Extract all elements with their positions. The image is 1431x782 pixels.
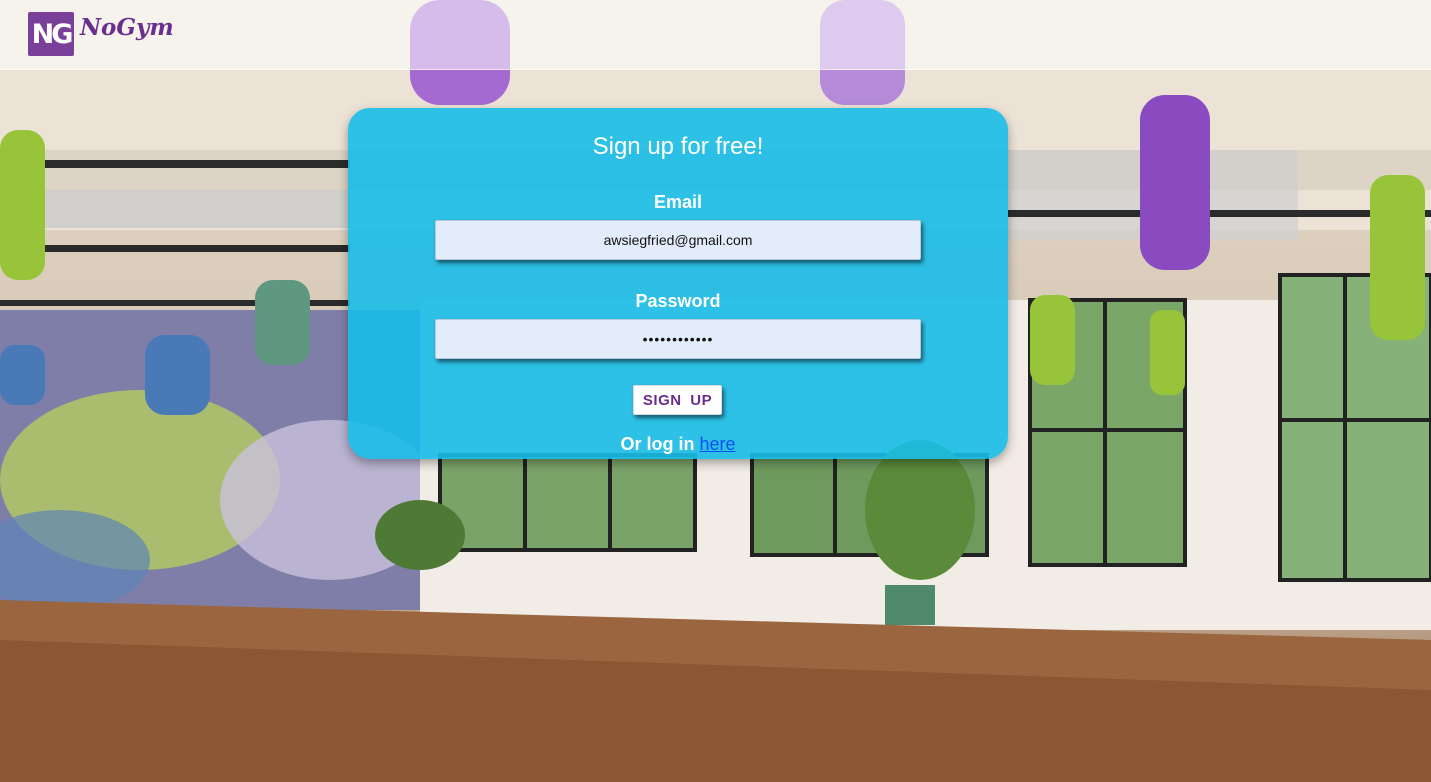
ng-logo-icon: NG	[28, 12, 74, 56]
brand-logo[interactable]: NG NoGym	[28, 12, 174, 56]
email-field[interactable]	[435, 220, 921, 260]
signup-card: Sign up for free! Email Password SIGN UP…	[348, 108, 1008, 459]
signup-title: Sign up for free!	[592, 133, 764, 160]
password-label: Password	[635, 291, 721, 311]
brand-name: NoGym	[80, 14, 174, 41]
login-prefix-text: Or log in	[620, 434, 695, 454]
email-label: Email	[653, 192, 703, 212]
password-field[interactable]	[435, 319, 921, 359]
signup-button[interactable]: SIGN UP	[633, 385, 722, 415]
login-prompt: Or log in here	[348, 434, 1008, 455]
login-link[interactable]: here	[699, 434, 735, 454]
top-header: NG NoGym	[0, 0, 1431, 70]
